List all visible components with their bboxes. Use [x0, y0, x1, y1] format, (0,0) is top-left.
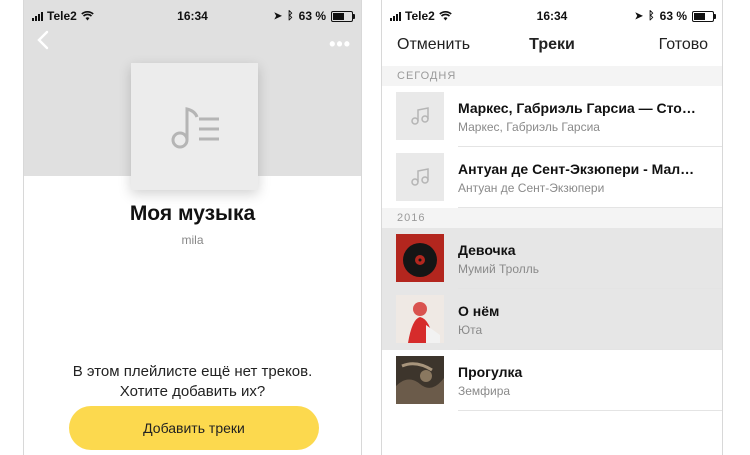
track-title: Антуан де Сент-Экзюпери - Мал…: [458, 161, 695, 177]
more-options-button[interactable]: •••: [329, 34, 351, 55]
track-row[interactable]: Антуан де Сент-Экзюпери - Мал… Антуан де …: [382, 147, 722, 208]
section-header: СЕГОДНЯ: [382, 66, 722, 86]
track-artist: Мумий Тролль: [458, 262, 539, 276]
battery-icon: [692, 10, 716, 22]
playlist-title: Моя музыка: [129, 202, 256, 225]
track-picker-screen: Tele2 16:34 ➤ ᛒ 63 % Отменить Треки Гото…: [381, 0, 723, 455]
section-header: 2016: [382, 208, 722, 228]
track-title: Прогулка: [458, 364, 523, 380]
cancel-button[interactable]: Отменить: [397, 36, 470, 54]
track-cover: [396, 234, 444, 282]
track-cover: [396, 92, 444, 140]
bluetooth-icon: ᛒ: [287, 10, 294, 22]
back-button[interactable]: [32, 28, 56, 52]
battery-percent: 63 %: [298, 9, 326, 23]
track-title: Маркес, Габриэль Гарсиа — Сто…: [458, 100, 696, 116]
track-row[interactable]: Девочка Мумий Тролль: [382, 228, 722, 289]
track-row[interactable]: О нём Юта: [382, 289, 722, 350]
picker-nav-bar: Отменить Треки Готово: [382, 32, 722, 66]
album-art-icon: [396, 356, 444, 404]
track-artist: Антуан де Сент-Экзюпери: [458, 181, 605, 195]
status-bar: Tele2 16:34 ➤ ᛒ 63 %: [24, 0, 361, 32]
track-title: О нём: [458, 303, 500, 319]
empty-message-line-2: Хотите добавить их?: [119, 383, 266, 400]
playlist-screen: Tele2 16:34 ➤ ᛒ 63 % ••• Моя музыка mila…: [23, 0, 362, 455]
track-artist: Земфира: [458, 384, 511, 398]
chevron-left-icon: [37, 30, 49, 50]
playlist-owner: mila: [181, 233, 204, 247]
battery-icon: [331, 10, 355, 22]
music-list-icon: [171, 106, 219, 148]
location-icon: ➤: [634, 10, 644, 22]
more-dots-icon: •••: [329, 34, 351, 54]
track-artist: Юта: [458, 323, 483, 337]
status-bar: Tele2 16:34 ➤ ᛒ 63 %: [382, 0, 722, 32]
location-icon: ➤: [273, 10, 283, 22]
track-title: Девочка: [458, 242, 516, 258]
album-art-icon: [396, 234, 444, 282]
empty-message-line-1: В этом плейлисте ещё нет треков.: [72, 363, 313, 380]
track-artist: Маркес, Габриэль Гарсиа: [458, 120, 600, 134]
track-cover: [396, 356, 444, 404]
track-cover: [396, 153, 444, 201]
empty-playlist-message: В этом плейлисте ещё нет треков. Хотите …: [24, 362, 361, 402]
note-icon: [411, 168, 429, 186]
track-row[interactable]: Маркес, Габриэль Гарсиа — Сто… Маркес, Га…: [382, 86, 722, 147]
add-tracks-button[interactable]: Добавить треки: [69, 406, 319, 450]
track-row[interactable]: Прогулка Земфира: [382, 350, 722, 411]
battery-percent: 63 %: [659, 9, 687, 23]
note-icon: [411, 107, 429, 125]
track-cover: [396, 295, 444, 343]
album-art-icon: [396, 295, 444, 343]
done-button[interactable]: Готово: [659, 36, 708, 54]
row-divider: [458, 410, 722, 411]
playlist-cover: [131, 63, 258, 190]
bluetooth-icon: ᛒ: [648, 10, 655, 22]
